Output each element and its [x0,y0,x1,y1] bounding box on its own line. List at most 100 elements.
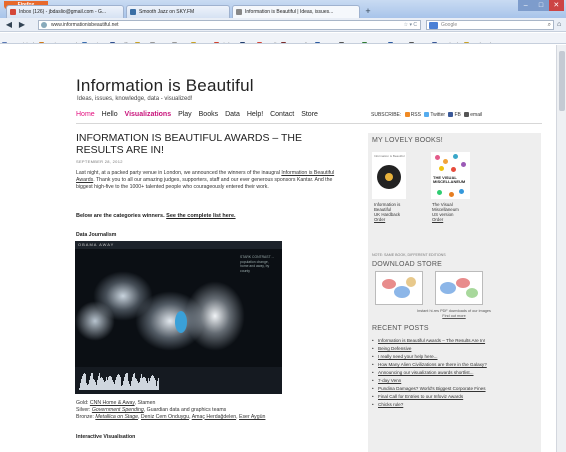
post-body: Last night, at a packed party venue in L… [76,170,344,190]
thumbnail-shape [394,286,410,298]
site-title[interactable]: Information is Beautiful [76,76,254,96]
bookmark-item[interactable]: Marietta [80,39,109,43]
winner-map-image[interactable]: OBAMA AWAY STARK CONTRAST ... population… [75,241,282,394]
bookmark-item[interactable]: BBs [386,39,406,43]
recent-post-link[interactable]: 7-day Venn [372,378,512,384]
bookmark-item[interactable]: Zimbra [212,39,238,43]
bookmark-icon [281,42,287,43]
store-thumbnail[interactable] [375,271,423,305]
bookmark-item[interactable]: 480 [170,39,190,43]
email-link[interactable]: email [470,112,482,118]
new-tab-button[interactable]: + [362,6,374,17]
nav-home[interactable]: Home [76,111,95,118]
bookmark-icon [134,42,140,43]
bookmark-item[interactable]: Amgs [407,39,431,43]
bookmark-icon [38,42,44,43]
minimize-button[interactable]: – [518,0,534,11]
thumbnail-shape [440,282,456,294]
twitter-link[interactable]: Twitter [430,112,445,118]
store-thumbnail[interactable] [435,271,483,305]
gold-link[interactable]: CNN Home & Away [90,400,135,406]
bookmark-item[interactable]: JazzRadio [279,39,312,43]
home-icon[interactable]: ⌂ [557,20,565,30]
nav-help[interactable]: Help! [247,111,263,118]
rss-link[interactable]: RSS [411,112,421,118]
bookmark-item[interactable]: KGW [337,39,360,43]
bookmark-item[interactable]: 1331 [148,39,170,43]
tab-gmail[interactable]: Inbox (126) - jbdaslio@gmail.com - G... [6,5,124,18]
recent-post-link[interactable]: Being Defensive [372,346,512,352]
bookmark-icon [171,42,177,43]
site-tagline: Ideas, issues, knowledge, data - visuali… [77,96,193,102]
recent-post-link[interactable]: I really need your help here... [372,354,512,360]
bronze-link[interactable]: Metallica on Stage [95,414,138,420]
map-side-info: STARK CONTRAST ... population change, ho… [240,255,275,273]
bookmark-icon [464,42,470,43]
bronze-author-link[interactable]: Deniz Cem Onduygu [141,414,189,420]
recent-post-link[interactable]: Announcing our visualization awards shor… [372,370,512,376]
forward-button[interactable]: ▶ [17,20,27,30]
search-icon[interactable]: ⌕ [548,21,551,30]
bookmark-item[interactable]: T2 [238,39,255,43]
email-icon [464,112,470,117]
complete-list-link[interactable]: See the complete list here. [166,213,235,219]
url-actions[interactable]: ☆ ▾ C [404,21,417,30]
nav-contact[interactable]: Contact [270,111,294,118]
back-button[interactable]: ◀ [4,20,14,30]
bookmark-item[interactable]: Facebook [430,39,462,43]
gold-by: , Stamen [134,400,156,406]
bookmark-item[interactable]: Getting Started [37,39,80,43]
order-link[interactable]: Order [374,217,400,222]
book-cover-visual-miscellaneum[interactable]: THE VISUAL MISCELLANEUM [431,152,470,199]
nav-visualizations[interactable]: Visualizations [125,111,172,118]
bookmark-icon [149,42,155,43]
bronze-author-link[interactable]: Eser Aygün [239,414,265,420]
scrollbar-thumb[interactable] [559,51,565,111]
bookmark-item[interactable]: 8 [133,39,148,43]
nav-hello[interactable]: Hello [102,111,118,118]
bookmark-label: Most Visited [9,42,34,43]
bookmark-label: KPLU [322,42,334,43]
bookmark-item[interactable]: KPLU [313,39,337,43]
nav-data[interactable]: Data [225,111,240,118]
url-bar[interactable]: www.informationisbeautiful.net ☆ ▾ C [38,20,421,30]
recent-post-link[interactable]: Pundina Damages? World's Biggest Corpora… [372,386,512,392]
tab-information-is-beautiful[interactable]: Information is Beautiful | Ideas, issues… [232,5,360,18]
recent-post-link[interactable]: How Many Alien Civilizations are there i… [372,362,512,368]
recent-post-link[interactable]: Final Call for Entries to our Infoviz Aw… [372,394,512,400]
tab-skyfm[interactable]: Smooth Jazz on SKY.FM [126,5,230,18]
thumbnail-shape [466,288,478,298]
recent-post-link[interactable]: Chicks rule? [372,402,512,408]
tab-label: Information is Beautiful | Ideas, issues… [245,9,334,15]
close-button[interactable]: ✕ [548,0,564,11]
maximize-button[interactable]: □ [533,0,549,11]
cover-dot [453,154,458,159]
bookmark-item[interactable]: Most Visited [0,39,37,43]
nav-play[interactable]: Play [178,111,192,118]
find-out-more-link[interactable]: Find out more [404,314,504,319]
nav-books[interactable]: Books [199,111,218,118]
facebook-link[interactable]: FB [454,112,460,118]
post-title[interactable]: INFORMATION IS BEAUTIFUL AWARDS – THE RE… [76,132,346,156]
page-scrollbar[interactable] [556,45,566,452]
cover-dot [435,155,440,160]
order-link[interactable]: Order [432,217,459,222]
nav-store[interactable]: Store [301,111,318,118]
bookmark-item[interactable]: Bookmarks [462,39,497,43]
silver-link[interactable]: Government Spending [92,407,144,413]
winners-credits: Gold: CNN Home & Away, Stamen Silver: Go… [76,400,265,420]
search-input[interactable]: Google ⌕ [426,20,554,30]
recent-post-link[interactable]: Information is Beautiful Awards – The Re… [372,338,512,344]
silver-by: , Guardian data and graphics teams [143,406,227,413]
bookmark-item[interactable]: Gmail [255,39,279,43]
bronze-author-link[interactable]: Amaç Herdağdelen [192,414,236,420]
search-placeholder: Google [441,22,458,28]
post-body-text: Last night, at a packed party venue in L… [76,170,282,176]
gold-label: Gold: [76,400,89,406]
bookmark-item[interactable]: Soccer [360,39,386,43]
bookmark-item[interactable]: 7450 [189,39,211,43]
bookmark-item[interactable]: Traffic [108,39,133,43]
book-cover-iib[interactable]: Information is Beautiful [372,152,406,199]
store-caption: Instant hi-res PDF downloads of our imag… [404,309,504,318]
bookmarks-toolbar: Most Visited Getting Started Marietta Traff… [0,33,566,44]
